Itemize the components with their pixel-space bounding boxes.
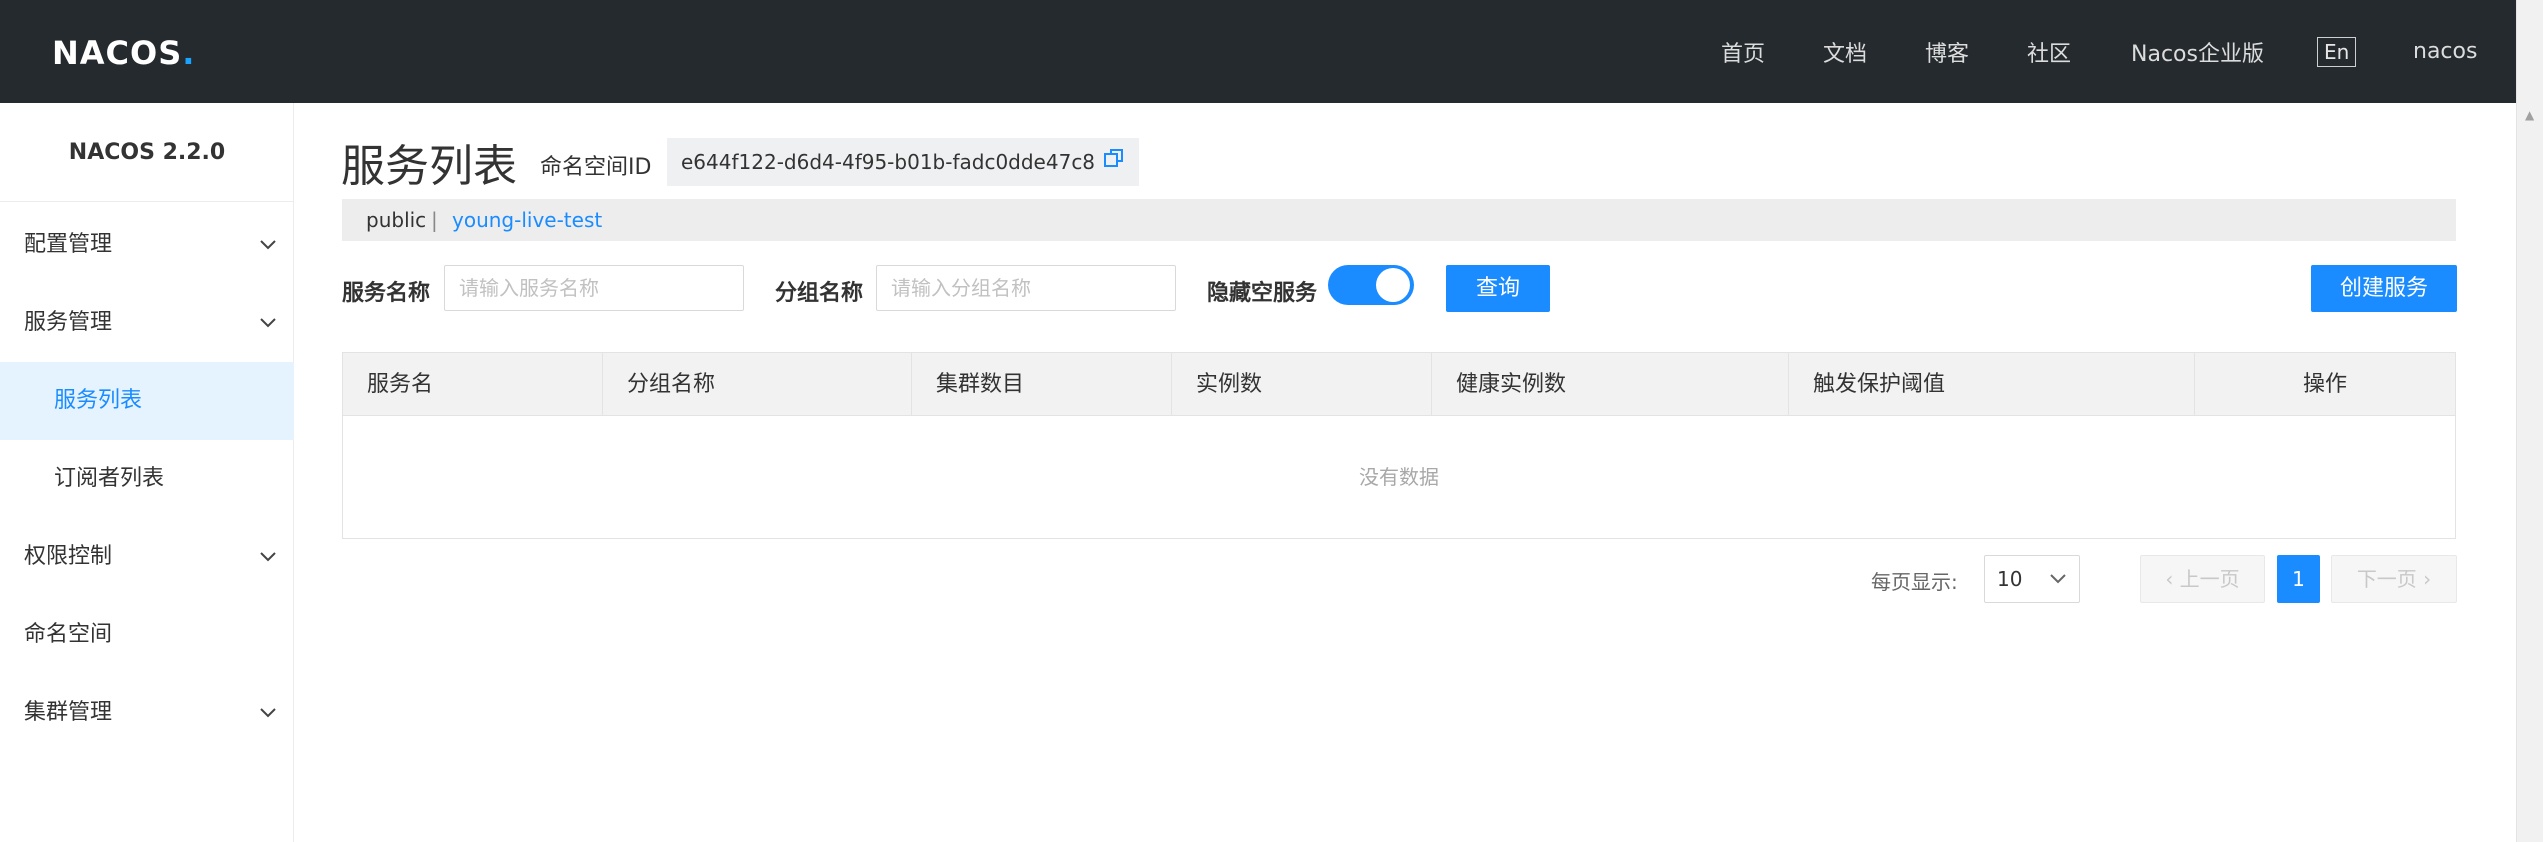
service-name-label: 服务名称 <box>342 281 431 306</box>
sidebar-item-namespace[interactable]: 命名空间 <box>0 596 294 674</box>
service-table: 服务名 分组名称 集群数目 实例数 健康实例数 触发保护阈值 操作 没有数据 <box>342 352 2456 539</box>
user-name[interactable]: nacos <box>2413 39 2477 64</box>
column-actions: 操作 <box>2302 372 2347 397</box>
hide-empty-toggle[interactable] <box>1328 265 1414 305</box>
namespace-current[interactable]: young-live-test <box>452 199 602 241</box>
sidebar: NACOS 2.2.0 配置管理 服务管理 服务列表 订阅者列表 权限控制 命名… <box>0 103 294 842</box>
sidebar-item-label: 权限控制 <box>24 544 113 569</box>
group-name-input[interactable]: 请输入分组名称 <box>876 265 1176 311</box>
sidebar-item-label: 配置管理 <box>24 232 113 257</box>
chevron-down-icon <box>256 206 280 284</box>
page-title: 服务列表 <box>341 141 517 192</box>
page-size-value: 10 <box>1997 567 2023 591</box>
scroll-up-icon[interactable]: ▲ <box>2525 108 2534 122</box>
chevron-down-icon <box>256 674 280 752</box>
page-size-select[interactable]: 10 <box>1984 555 2080 603</box>
top-navbar: NACOS. 首页 文档 博客 社区 Nacos企业版 En nacos <box>0 0 2516 103</box>
chevron-down-icon <box>256 284 280 362</box>
sidebar-item-label: 集群管理 <box>24 700 113 725</box>
table-header: 服务名 分组名称 集群数目 实例数 健康实例数 触发保护阈值 操作 <box>343 353 2455 416</box>
query-button[interactable]: 查询 <box>1446 265 1550 312</box>
page-number-current[interactable]: 1 <box>2277 555 2320 603</box>
column-healthy-instances: 健康实例数 <box>1432 353 1789 416</box>
nav-home[interactable]: 首页 <box>1721 36 1765 68</box>
sidebar-item-label: 服务列表 <box>54 388 143 413</box>
sidebar-item-label: 命名空间 <box>24 622 113 647</box>
nav-enterprise[interactable]: Nacos企业版 <box>2131 36 2264 68</box>
sidebar-item-service-list[interactable]: 服务列表 <box>0 362 294 440</box>
chevron-right-icon: › <box>2423 567 2432 591</box>
empty-state: 没有数据 <box>1359 465 1439 489</box>
column-group-name: 分组名称 <box>603 353 912 416</box>
sidebar-item-subscribers[interactable]: 订阅者列表 <box>0 440 294 518</box>
sidebar-item-label: 订阅者列表 <box>54 466 165 491</box>
nav-docs[interactable]: 文档 <box>1823 36 1867 68</box>
namespace-id-text: e644f122-d6d4-4f95-b01b-fadc0dde47c8 <box>681 150 1096 174</box>
chevron-down-icon <box>2049 556 2067 602</box>
column-instance-count: 实例数 <box>1172 353 1432 416</box>
sidebar-item-cluster[interactable]: 集群管理 <box>0 674 294 752</box>
prev-page-button[interactable]: ‹ 上一页 <box>2140 555 2265 603</box>
next-page-button[interactable]: 下一页 › <box>2331 555 2457 603</box>
nav-community[interactable]: 社区 <box>2027 36 2071 68</box>
copy-icon[interactable] <box>1103 138 1125 186</box>
nav-blog[interactable]: 博客 <box>1925 36 1969 68</box>
page-scrollbar[interactable]: ▲ <box>2516 0 2543 842</box>
namespace-id-value: e644f122-d6d4-4f95-b01b-fadc0dde47c8 <box>667 138 1140 186</box>
service-name-input[interactable]: 请输入服务名称 <box>444 265 744 311</box>
sidebar-item-config[interactable]: 配置管理 <box>0 206 294 284</box>
version-label: NACOS 2.2.0 <box>0 103 294 202</box>
namespace-public[interactable]: public <box>366 199 426 241</box>
create-service-button[interactable]: 创建服务 <box>2311 265 2457 312</box>
sidebar-item-service-mgmt[interactable]: 服务管理 <box>0 284 294 362</box>
sidebar-item-label: 服务管理 <box>24 310 113 335</box>
prev-page-label: 上一页 <box>2179 567 2240 591</box>
nacos-logo[interactable]: NACOS. <box>52 34 195 72</box>
column-service-name: 服务名 <box>343 353 603 416</box>
namespace-id-label: 命名空间ID <box>540 155 652 180</box>
next-page-label: 下一页 <box>2356 567 2417 591</box>
namespace-separator: | <box>431 208 438 232</box>
column-protect-threshold: 触发保护阈值 <box>1789 353 2195 416</box>
page-size-label: 每页显示: <box>1871 570 1958 594</box>
chevron-left-icon: ‹ <box>2165 567 2174 591</box>
toggle-knob <box>1376 268 1410 302</box>
group-name-label: 分组名称 <box>775 281 864 306</box>
hide-empty-label: 隐藏空服务 <box>1207 281 1318 306</box>
sidebar-item-auth[interactable]: 权限控制 <box>0 518 294 596</box>
column-cluster-count: 集群数目 <box>912 353 1172 416</box>
language-switch[interactable]: En <box>2317 36 2357 67</box>
namespace-bar: public | young-live-test <box>342 199 2456 241</box>
chevron-down-icon <box>256 518 280 596</box>
